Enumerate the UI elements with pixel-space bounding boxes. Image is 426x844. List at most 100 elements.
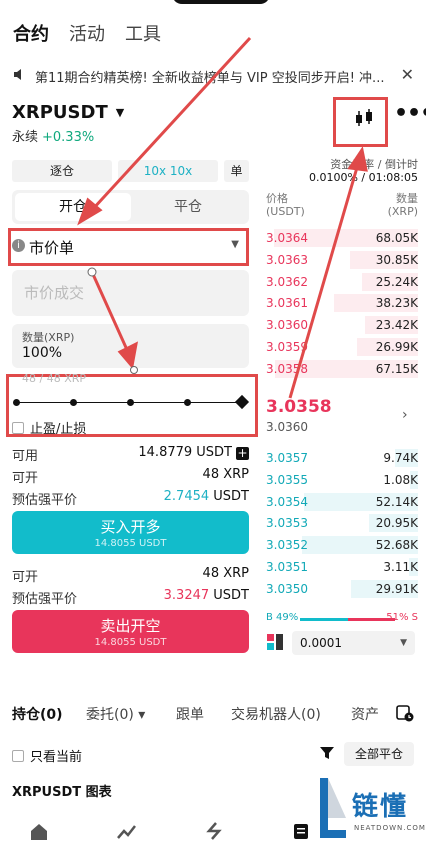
- ask-price: 3.0361: [266, 296, 308, 311]
- quantity-value[interactable]: 100%: [22, 345, 62, 361]
- ask-row[interactable]: 3.0364 68.05K: [266, 228, 418, 248]
- sell-openable-label: 可开: [12, 570, 39, 585]
- tab-futures[interactable]: 合约: [13, 20, 49, 46]
- open-position-tab[interactable]: 开仓: [15, 193, 131, 221]
- bid-qty: 9.74K: [383, 451, 418, 465]
- filter-icon[interactable]: [320, 746, 334, 760]
- bid-row[interactable]: 3.0355 1.08K: [266, 470, 418, 490]
- slider-step-50[interactable]: [127, 399, 134, 406]
- annotation-box-kline: [333, 97, 388, 147]
- bid-qty: 3.11K: [383, 560, 418, 574]
- close-all-button[interactable]: 全部平仓: [344, 742, 414, 766]
- sell-button-label: 卖出开空: [100, 617, 161, 635]
- tab-tools[interactable]: 工具: [125, 20, 161, 46]
- tab-activity[interactable]: 活动: [69, 20, 105, 46]
- plus-icon[interactable]: +: [236, 447, 249, 460]
- sell-button-sub: 14.8055 USDT: [94, 637, 167, 648]
- close-position-tab[interactable]: 平仓: [130, 193, 246, 221]
- only-current-checkbox[interactable]: 只看当前: [12, 746, 82, 765]
- buy-liq-unit: USDT: [213, 489, 249, 504]
- orderbook-layout-icon[interactable]: [267, 634, 283, 650]
- buy-liq-label: 预估强平价: [12, 493, 78, 508]
- buy-long-button[interactable]: 买入开多 14.8055 USDT: [12, 511, 249, 554]
- bid-qty: 52.68K: [375, 538, 418, 553]
- bid-row[interactable]: 3.0350 29.91K: [266, 579, 418, 599]
- tab-assets[interactable]: 资产: [351, 704, 379, 724]
- buy-sell-ratio: B 49% 51% S: [266, 612, 418, 626]
- bid-row[interactable]: 3.0351 3.11K: [266, 557, 418, 577]
- slider-step-75[interactable]: [184, 399, 191, 406]
- info-icon[interactable]: i: [12, 239, 25, 252]
- bid-row[interactable]: 3.0353 20.95K: [266, 513, 418, 533]
- contract-info: 永续 +0.33%: [12, 126, 94, 145]
- isolated-margin-button[interactable]: 逐仓: [12, 160, 112, 182]
- ask-row[interactable]: 3.0359 26.99K: [266, 337, 418, 357]
- tab-trading-bots[interactable]: 交易机器人(0): [231, 704, 321, 724]
- bid-row[interactable]: 3.0352 52.68K: [266, 535, 418, 555]
- open-close-toggle: 开仓 平仓: [12, 190, 249, 224]
- order-type-selector[interactable]: i 市价单 ▼: [12, 232, 249, 260]
- announcement-text[interactable]: 第11期合约精英榜! 全新收益榜单与 VIP 空投同步开启! 冲...: [35, 67, 390, 86]
- chart-section-title[interactable]: XRPUSDT 图表: [12, 781, 112, 800]
- position-tabs: 持仓(0) 委托(0) ▾ 跟单 交易机器人(0) 资产: [0, 700, 426, 728]
- markets-icon[interactable]: [117, 822, 136, 840]
- leverage-button[interactable]: 10x 10x: [118, 160, 218, 182]
- ask-qty: 67.15K: [375, 361, 418, 376]
- ask-row[interactable]: 3.0358 67.15K: [266, 359, 418, 379]
- ask-price: 3.0364: [266, 231, 308, 245]
- speaker-icon: [13, 68, 27, 85]
- announcement-bar[interactable]: 第11期合约精英榜! 全新收益榜单与 VIP 空投同步开启! 冲... ✕: [0, 62, 426, 88]
- symbol-selector[interactable]: XRPUSDT ▼: [12, 102, 124, 123]
- watermark-mark-icon: [320, 778, 346, 838]
- slider-step-0[interactable]: [13, 399, 20, 406]
- sell-liq-unit: USDT: [213, 588, 249, 603]
- bid-row[interactable]: 3.0354 52.14K: [266, 492, 418, 512]
- buy-button-sub: 14.8055 USDT: [94, 538, 167, 549]
- ask-price: 3.0359: [266, 340, 308, 354]
- tab-copy-trading[interactable]: 跟单: [176, 704, 204, 724]
- bid-price: 3.0350: [266, 581, 308, 596]
- bid-row[interactable]: 3.0357 9.74K: [266, 448, 418, 468]
- tab-orders[interactable]: 委托(0) ▾: [86, 704, 145, 724]
- last-price[interactable]: 3.0358: [266, 397, 332, 417]
- only-current-label: 只看当前: [30, 750, 83, 765]
- price-change: +0.33%: [42, 130, 95, 145]
- home-icon[interactable]: [30, 822, 48, 840]
- ask-row[interactable]: 3.0362 25.24K: [266, 272, 418, 292]
- available-value: 14.8779 USDT: [138, 445, 232, 460]
- ask-qty: 30.85K: [375, 252, 418, 267]
- tick-size-select[interactable]: 0.0001 ▼: [292, 631, 415, 655]
- buy-openable-label: 可开: [12, 471, 39, 486]
- buy-openable-row: 可开 48 XRP: [12, 467, 249, 486]
- history-icon[interactable]: [396, 704, 414, 726]
- checkbox-icon[interactable]: [12, 750, 24, 762]
- ask-qty: 25.24K: [375, 274, 418, 289]
- more-icon[interactable]: •••: [394, 103, 426, 125]
- orderbook-header: 价格 (USDT) 数量 (XRP): [266, 192, 418, 218]
- available-row: 可用 14.8779 USDT +: [12, 445, 249, 464]
- checkbox-icon[interactable]: [12, 422, 24, 434]
- ask-row[interactable]: 3.0360 23.42K: [266, 315, 418, 335]
- tpsl-checkbox[interactable]: 止盈/止损: [12, 418, 86, 437]
- position-mode-button[interactable]: 单: [224, 160, 249, 182]
- slider-handle[interactable]: [234, 394, 250, 410]
- quantity-input[interactable]: 数量(XRP) 100%: [12, 324, 249, 368]
- bid-qty: 29.91K: [375, 581, 418, 596]
- slider-step-25[interactable]: [70, 399, 77, 406]
- ask-row[interactable]: 3.0363 30.85K: [266, 250, 418, 270]
- ask-row[interactable]: 3.0361 38.23K: [266, 293, 418, 313]
- price-input[interactable]: 市价成交: [12, 270, 249, 316]
- bid-price: 3.0357: [266, 451, 308, 465]
- buy-openable-value: 48 XRP: [202, 467, 249, 482]
- close-icon[interactable]: ✕: [401, 65, 414, 84]
- buy-liq-row: 预估强平价 2.7454 USDT: [12, 489, 249, 508]
- chevron-right-icon[interactable]: ›: [402, 407, 408, 423]
- trade-icon[interactable]: [205, 822, 223, 840]
- futures-icon[interactable]: [292, 822, 310, 840]
- sell-short-button[interactable]: 卖出开空 14.8055 USDT: [12, 610, 249, 653]
- tab-positions[interactable]: 持仓(0): [12, 704, 63, 724]
- watermark-logo: 链懂 NEATDOWN.COM: [312, 776, 426, 844]
- symbol-name: XRPUSDT: [12, 102, 108, 123]
- bid-qty: 1.08K: [383, 472, 418, 487]
- quantity-label: 数量(XRP): [22, 331, 75, 344]
